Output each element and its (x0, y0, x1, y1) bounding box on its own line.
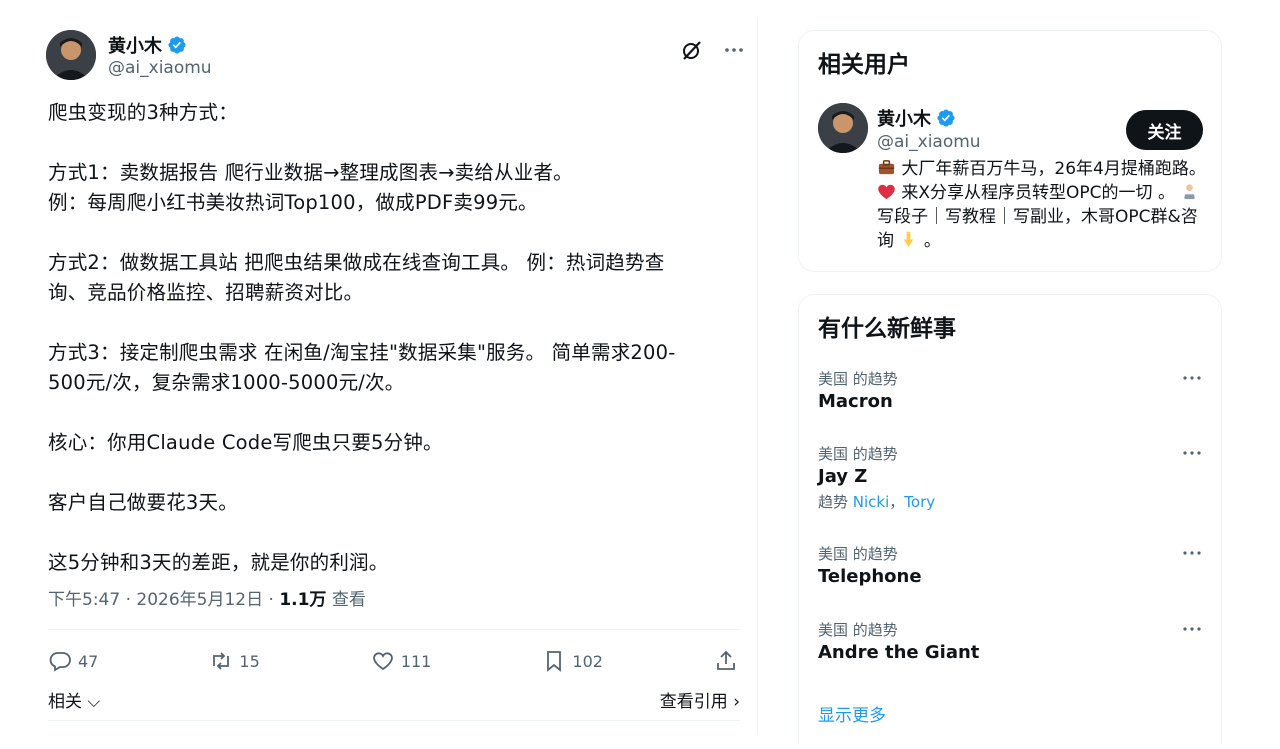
bio-text: 。 (923, 231, 941, 251)
avatar[interactable] (46, 30, 96, 80)
trend-related-prefix: 趋势 (818, 493, 853, 511)
trend-name: Macron (818, 391, 893, 412)
trend-context: 美国 的趋势 (818, 545, 898, 563)
chevron-right-icon: › (727, 692, 740, 712)
trend-context: 美国 的趋势 (818, 370, 898, 388)
trend-context: 美国 的趋势 (818, 445, 898, 463)
tweet-actions: 47 15 111 102 (48, 648, 738, 674)
follow-button[interactable]: 关注 (1126, 110, 1203, 150)
like-count: 111 (400, 651, 432, 671)
chevron-down-icon: ⌵ (82, 692, 101, 712)
trends-card: 有什么新鲜事 美国 的趋势 Macron 美国 的趋势 Jay Z 趋势 Nic… (798, 294, 1222, 744)
trend-item[interactable]: 美国 的趋势 Telephone (818, 543, 1204, 587)
related-users-card: 相关用户 黄小木 @ai_xiaomu 关注 大厂年薪百万牛马，26年4月提桶跑… (798, 30, 1222, 272)
bookmark-count: 102 (572, 651, 603, 671)
trend-name: Andre the Giant (818, 642, 980, 663)
related-user-bio: 大厂年薪百万牛马，26年4月提桶跑路。 来X分享从程序员转型OPC的一切 。 写… (877, 157, 1207, 253)
more-dots-icon[interactable] (1180, 368, 1204, 388)
tweet-timestamp[interactable]: 下午5:47 · 2026年5月12日 · 1.1万 查看 (48, 585, 366, 610)
related-users-title: 相关用户 (818, 52, 910, 78)
reply-icon (49, 652, 71, 672)
author-name[interactable]: 黄小木 (108, 32, 187, 58)
related-dropdown[interactable]: 相关 ⌵ (48, 687, 101, 712)
views-count: 1.1万 (279, 590, 327, 610)
tweet-text: 爬虫变现的3种方式： 方式1：卖数据报告 爬行业数据→整理成图表→卖给从业者。 … (48, 101, 676, 574)
red-heart-emoji (878, 184, 895, 200)
trend-item[interactable]: 美国 的趋势 Macron (818, 368, 1204, 412)
verified-badge-icon (168, 36, 186, 54)
bookmark-button[interactable]: 102 (542, 649, 603, 673)
trend-item[interactable]: 美国 的趋势 Jay Z 趋势 Nicki，Tory (818, 443, 1204, 512)
reply-count: 47 (78, 651, 99, 671)
retweet-button[interactable]: 15 (209, 649, 260, 673)
trend-related-separator: ， (889, 493, 905, 511)
author-name-text: 黄小木 (108, 36, 162, 57)
grok-icon[interactable] (680, 38, 704, 62)
trend-name: Telephone (818, 566, 922, 587)
related-label: 相关 (48, 692, 82, 712)
bio-text: 来X分享从程序员转型OPC的一切 。 (901, 183, 1175, 203)
retweet-icon (213, 652, 230, 670)
trends-title: 有什么新鲜事 (818, 316, 956, 342)
pointing-down-emoji (904, 231, 914, 248)
reply-button[interactable]: 47 (48, 649, 98, 673)
trend-context: 美国 的趋势 (818, 621, 898, 639)
retweet-count: 15 (239, 651, 260, 671)
tweet-time[interactable]: 下午5:47 · 2026年5月12日 · (48, 590, 279, 610)
tweet-detail: 黄小木 @ai_xiaomu 爬虫变现的3种方式： 方式1：卖数据报告 爬行业数… (28, 18, 758, 734)
views-label: 查看 (326, 590, 366, 610)
verified-badge-icon (937, 109, 955, 127)
like-button[interactable]: 111 (371, 649, 432, 673)
trend-related-link[interactable]: Nicki (853, 493, 890, 511)
heart-icon (372, 652, 393, 671)
technologist-emoji (1184, 184, 1196, 200)
divider (48, 629, 740, 630)
related-user-name-text: 黄小木 (877, 109, 931, 130)
avatar[interactable] (818, 103, 868, 153)
tweet-header: 黄小木 @ai_xiaomu (46, 30, 746, 82)
trend-related-link[interactable]: Tory (904, 493, 935, 511)
bio-text: 大厂年薪百万牛马，26年4月提桶跑路。 (901, 159, 1206, 179)
more-dots-icon[interactable] (1180, 543, 1204, 563)
more-dots-icon[interactable] (722, 38, 746, 62)
share-icon (717, 650, 735, 670)
view-quotes-label: 查看引用 (659, 692, 728, 712)
divider (48, 720, 740, 721)
trend-related: 趋势 Nicki，Tory (818, 491, 1204, 512)
more-dots-icon[interactable] (1180, 443, 1204, 463)
related-user-handle[interactable]: @ai_xiaomu (877, 132, 981, 152)
related-user-name[interactable]: 黄小木 (877, 105, 956, 131)
share-button[interactable] (714, 649, 738, 673)
trend-item[interactable]: 美国 的趋势 Andre the Giant (818, 619, 1204, 663)
show-more-link[interactable]: 显示更多 (818, 701, 886, 726)
trend-name: Jay Z (818, 466, 868, 487)
view-quotes-link[interactable]: 查看引用 › (659, 687, 740, 712)
bookmark-icon (547, 651, 562, 672)
author-handle[interactable]: @ai_xiaomu (108, 58, 212, 78)
briefcase-emoji (878, 160, 895, 175)
more-dots-icon[interactable] (1180, 619, 1204, 639)
